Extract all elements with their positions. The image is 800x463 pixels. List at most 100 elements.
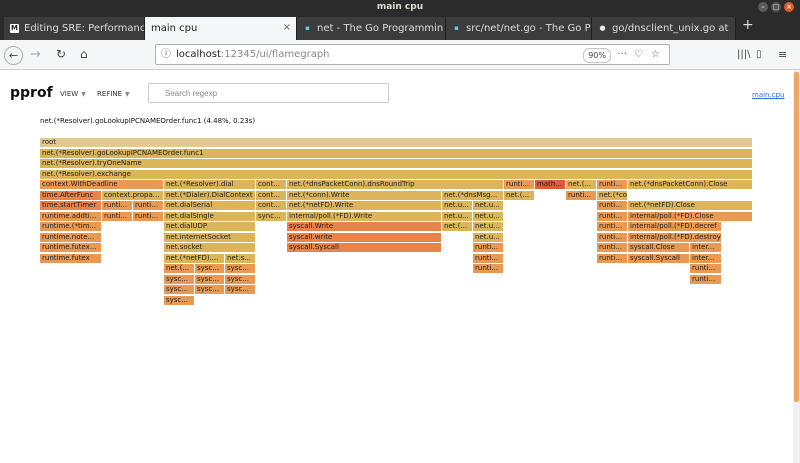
- flame-frame[interactable]: net.(*netFD)....: [164, 253, 225, 264]
- flame-frame[interactable]: net.dialSerial: [164, 201, 256, 211]
- flame-frame[interactable]: internal/poll.(*FD).decref: [628, 222, 722, 232]
- flame-frame[interactable]: runtime.futex...: [40, 243, 102, 253]
- flame-frame[interactable]: internal/poll.(*FD).Write: [287, 211, 442, 222]
- filename-link[interactable]: main.cpu: [752, 91, 784, 99]
- hamburger-menu-icon[interactable]: ≡: [778, 46, 787, 63]
- tab-editing-sre[interactable]: M Editing SRE: Performanc: [4, 17, 145, 40]
- flame-frame[interactable]: runti...: [690, 274, 722, 285]
- flame-frame[interactable]: net.dialSingle: [164, 211, 256, 222]
- flame-frame[interactable]: sysc...: [195, 285, 225, 295]
- flame-frame[interactable]: runti...: [133, 201, 164, 211]
- flame-frame[interactable]: runtime.futex: [40, 253, 102, 264]
- flame-frame[interactable]: runti...: [690, 264, 722, 274]
- flame-frame[interactable]: cont...: [256, 180, 287, 190]
- minimize-icon[interactable]: –: [758, 2, 768, 12]
- flame-frame[interactable]: runti...: [473, 264, 504, 274]
- flame-frame[interactable]: runti...: [597, 201, 628, 211]
- flame-frame[interactable]: syscall.Syscall: [628, 253, 690, 264]
- flame-frame[interactable]: runti...: [566, 190, 597, 201]
- flame-frame[interactable]: runtime.(*tim...: [40, 222, 102, 232]
- flame-frame[interactable]: net.u...: [473, 211, 504, 222]
- page-actions-icon[interactable]: ···: [617, 45, 627, 64]
- flame-frame[interactable]: sync...: [256, 211, 287, 222]
- flame-frame[interactable]: net.internetSocket: [164, 232, 256, 243]
- flame-frame[interactable]: net.u...: [442, 201, 473, 211]
- search-input[interactable]: [148, 83, 389, 103]
- flame-frame[interactable]: sysc...: [225, 264, 256, 274]
- flame-frame[interactable]: net.u...: [473, 232, 504, 243]
- flame-frame[interactable]: syscall.Close: [628, 243, 690, 253]
- flame-frame[interactable]: net.(*netFD).Close: [628, 201, 753, 211]
- flame-frame[interactable]: runti...: [597, 253, 628, 264]
- tab-net-go-docs[interactable]: ▪ net - The Go Programmin: [297, 17, 446, 40]
- flame-frame[interactable]: syscall.write: [287, 232, 442, 243]
- bookmark-star-icon[interactable]: ☆: [651, 45, 660, 64]
- flame-frame[interactable]: net.(*Resolver).dial: [164, 180, 256, 190]
- flame-frame[interactable]: runti...: [473, 243, 504, 253]
- flame-frame[interactable]: net.(*conn).Write: [287, 190, 442, 201]
- flame-frame[interactable]: runti...: [597, 211, 628, 222]
- url-bar[interactable]: ⓘ localhost:12345/ui/flamegraph 90% ··· …: [155, 44, 670, 65]
- flame-frame[interactable]: syscall.Write: [287, 222, 442, 232]
- flame-frame[interactable]: context.propa...: [102, 190, 164, 201]
- library-icon[interactable]: |||\: [737, 46, 750, 63]
- flame-frame[interactable]: runti...: [597, 232, 628, 243]
- flame-frame[interactable]: net.(*conn).Close: [597, 190, 628, 201]
- tab-main-cpu[interactable]: main cpu ×: [145, 17, 297, 40]
- close-window-icon[interactable]: ×: [784, 2, 794, 12]
- flame-frame[interactable]: net.s...: [225, 253, 256, 264]
- flame-frame[interactable]: net.(...: [164, 264, 195, 274]
- flame-frame[interactable]: net.(...: [566, 180, 597, 190]
- reload-icon[interactable]: ↻: [56, 46, 66, 63]
- flame-frame[interactable]: sysc...: [195, 274, 225, 285]
- flame-frame[interactable]: net.(*dnsPacketConn).dnsRoundTrip: [287, 180, 504, 190]
- flame-frame[interactable]: net.(*Resolver).exchange: [40, 169, 753, 180]
- flame-frame[interactable]: cont...: [256, 201, 287, 211]
- flame-frame[interactable]: runtime.addti...: [40, 211, 102, 222]
- scrollbar-thumb[interactable]: [794, 72, 799, 402]
- flame-frame[interactable]: inter...: [690, 243, 722, 253]
- back-arrow-icon[interactable]: ←: [4, 46, 23, 65]
- flame-frame[interactable]: net.dialUDP: [164, 222, 256, 232]
- flame-frame[interactable]: runti...: [102, 201, 133, 211]
- flame-frame[interactable]: syscall.Syscall: [287, 243, 442, 253]
- flame-frame[interactable]: sysc...: [164, 285, 195, 295]
- flame-frame[interactable]: sysc...: [225, 274, 256, 285]
- flame-frame[interactable]: runti...: [473, 253, 504, 264]
- flame-frame[interactable]: inter...: [690, 253, 722, 264]
- flame-frame[interactable]: sysc...: [195, 264, 225, 274]
- sidebar-icon[interactable]: ▯: [756, 46, 762, 63]
- flame-frame[interactable]: sysc...: [225, 285, 256, 295]
- flame-frame[interactable]: net.(*Resolver).tryOneName: [40, 159, 753, 169]
- flame-frame[interactable]: net.(...: [442, 222, 473, 232]
- flame-frame[interactable]: net.u...: [473, 201, 504, 211]
- flame-frame[interactable]: net.(*dnsMsg...: [442, 190, 504, 201]
- flame-frame[interactable]: cont...: [256, 190, 287, 201]
- site-info-icon[interactable]: ⓘ: [161, 45, 171, 64]
- flame-frame[interactable]: time.startTimer: [40, 201, 102, 211]
- flame-frame[interactable]: net.u...: [442, 211, 473, 222]
- flame-frame[interactable]: sysc...: [164, 274, 195, 285]
- flame-frame[interactable]: net.(*netFD).Write: [287, 201, 442, 211]
- flame-frame[interactable]: runtime.note...: [40, 232, 102, 243]
- view-menu[interactable]: VIEW ▼: [60, 90, 86, 98]
- flame-frame[interactable]: runti...: [102, 211, 133, 222]
- flame-frame[interactable]: runti...: [504, 180, 535, 190]
- flame-frame[interactable]: root: [40, 138, 753, 148]
- new-tab-icon[interactable]: +: [742, 17, 754, 33]
- refine-menu[interactable]: REFINE ▼: [97, 90, 130, 98]
- flame-frame[interactable]: time.AfterFunc: [40, 190, 102, 201]
- close-tab-icon[interactable]: ×: [283, 22, 291, 33]
- flame-frame[interactable]: net.socket: [164, 243, 256, 253]
- flame-frame[interactable]: net.u...: [473, 222, 504, 232]
- flame-frame[interactable]: net.(*Dialer).DialContext: [164, 190, 256, 201]
- flame-frame[interactable]: runti...: [597, 243, 628, 253]
- flame-frame[interactable]: math...: [535, 180, 566, 190]
- flame-frame[interactable]: sysc...: [164, 295, 195, 306]
- flame-frame[interactable]: internal/poll.(*FD).Close: [628, 211, 753, 222]
- flame-frame[interactable]: net.(*Resolver).goLookupIPCNAMEOrder.fun…: [40, 148, 753, 159]
- home-icon[interactable]: ⌂: [80, 46, 88, 63]
- flame-frame[interactable]: runti...: [133, 211, 164, 222]
- flame-frame[interactable]: net.(*dnsPacketConn).Close: [628, 180, 753, 190]
- zoom-level-badge[interactable]: 90%: [583, 48, 611, 63]
